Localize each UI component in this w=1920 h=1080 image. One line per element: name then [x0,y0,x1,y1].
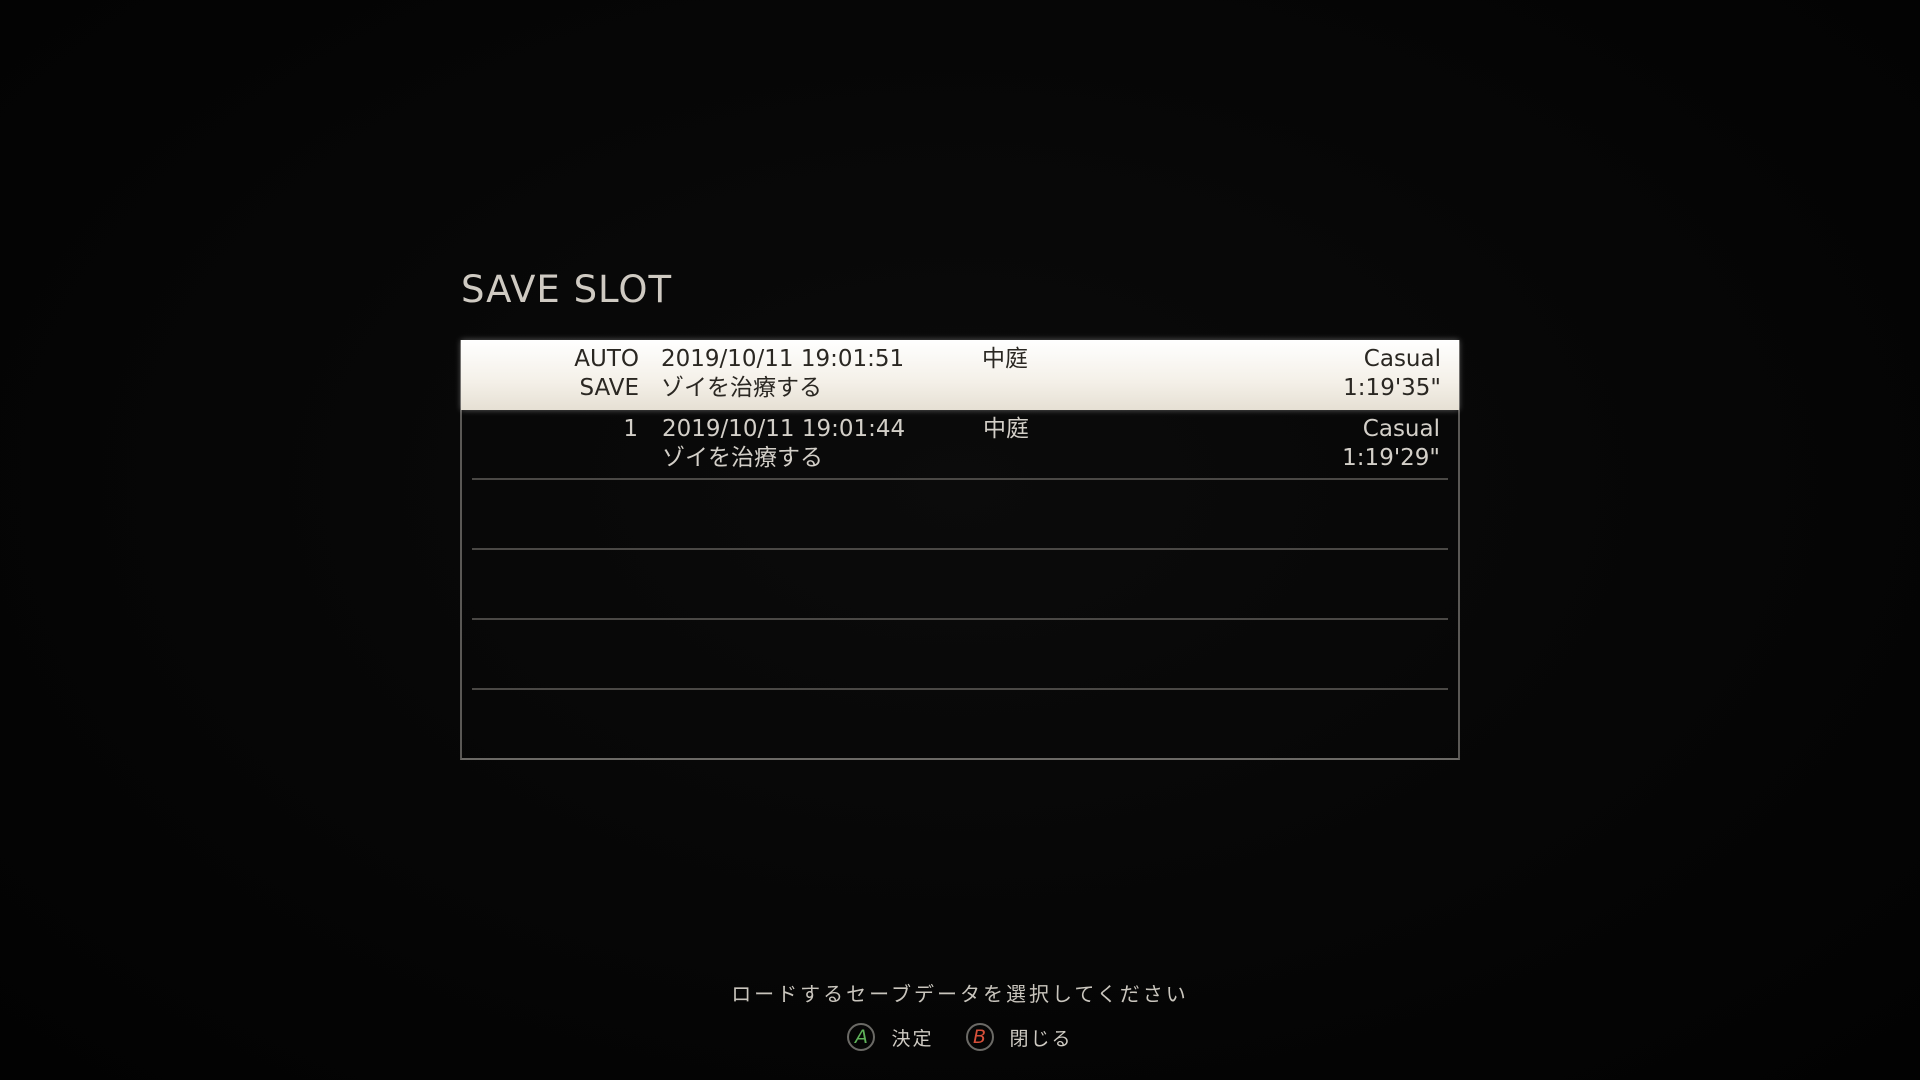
slot-location: 中庭 [982,346,1028,372]
confirm-control[interactable]: A 決定 [847,1023,933,1051]
slot-location: 中庭 [983,416,1029,442]
save-slot-1[interactable]: 1 2019/10/11 19:01:44 中庭 ゾイを治療する Casual … [462,410,1458,480]
save-slot-empty-5[interactable] [462,690,1458,760]
slot-playtime: 1:19'29" [1342,445,1440,471]
slot-difficulty: Casual [1362,416,1440,442]
close-control[interactable]: B 閉じる [965,1023,1073,1051]
slot-objective: ゾイを治療する [662,445,823,471]
close-label: 閉じる [1009,1027,1073,1050]
slot-label: AUTO [574,346,639,372]
slot-label-line2: SAVE [579,375,639,401]
a-button-icon: A [847,1023,876,1051]
slot-label: 1 [623,416,638,442]
save-slot-list: AUTO SAVE 2019/10/11 19:01:51 中庭 ゾイを治療する… [460,340,1460,760]
save-slot-empty-3[interactable] [462,550,1458,620]
slot-date: 2019/10/11 19:01:51 [661,346,905,372]
select-prompt: ロードするセーブデータを選択してください [731,982,1189,1006]
b-button-icon: B [965,1023,994,1051]
save-slot-empty-4[interactable] [462,620,1458,690]
control-hints: A 決定 B 閉じる [0,1023,1920,1051]
slot-difficulty: Casual [1363,346,1441,372]
slot-objective: ゾイを治療する [661,375,822,401]
save-slot-auto[interactable]: AUTO SAVE 2019/10/11 19:01:51 中庭 ゾイを治療する… [461,340,1459,410]
slot-date: 2019/10/11 19:01:44 [662,416,906,442]
save-slot-title: SAVE SLOT [461,268,673,311]
confirm-label: 決定 [891,1027,934,1050]
slot-playtime: 1:19'35" [1343,375,1441,401]
save-slot-empty-2[interactable] [462,480,1458,550]
